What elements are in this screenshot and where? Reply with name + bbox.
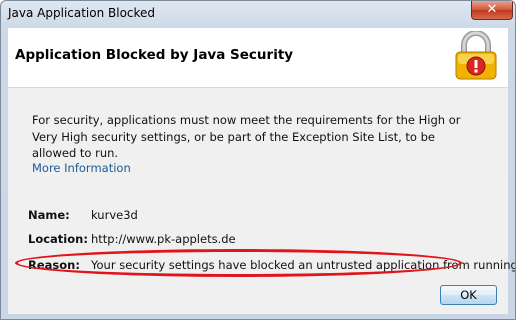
close-icon: ✕: [486, 2, 498, 17]
name-label: Name:: [28, 208, 70, 222]
reason-highlight: [15, 249, 462, 277]
window-title: Java Application Blocked: [8, 6, 156, 20]
location-value: http://www.pk-applets.de: [91, 232, 236, 246]
location-label: Location:: [28, 232, 88, 246]
dialog-window: Java Application Blocked ✕ Application B…: [0, 0, 516, 320]
close-button[interactable]: ✕: [471, 1, 513, 20]
header-title: Application Blocked by Java Security: [15, 47, 294, 63]
lock-warning-icon: [455, 31, 497, 80]
more-information-link[interactable]: More Information: [32, 161, 131, 175]
dialog-header: Application Blocked by Java Security: [8, 28, 508, 88]
dialog-body: For security, applications must now meet…: [8, 88, 515, 314]
ok-button[interactable]: OK: [440, 285, 497, 305]
name-value: kurve3d: [91, 208, 138, 222]
security-message: For security, applications must now meet…: [32, 113, 461, 160]
